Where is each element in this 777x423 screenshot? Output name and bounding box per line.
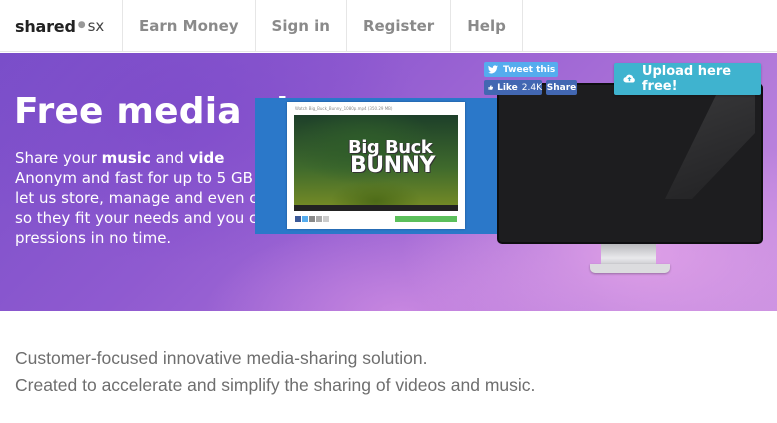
- hero-text-line-5: pressions in no time.: [15, 229, 172, 247]
- facebook-like-button[interactable]: Like 2.4K: [484, 80, 542, 95]
- logo-dot: ●: [77, 20, 86, 30]
- mini-link-icon: [323, 216, 329, 222]
- mini-twitter-icon: [302, 216, 308, 222]
- nav-sign-in[interactable]: Sign in: [254, 0, 346, 52]
- site-logo[interactable]: shared ● sx: [0, 0, 122, 52]
- hero-banner: Free media sh Share your music and vide …: [0, 53, 777, 311]
- mini-facebook-icon: [295, 216, 301, 222]
- monitor-stand: [601, 244, 656, 264]
- logo-primary: shared: [15, 16, 76, 36]
- tagline-line-1: Customer-focused innovative media-sharin…: [15, 348, 428, 368]
- monitor-stand-base: [590, 264, 670, 273]
- mini-share-icon: [309, 216, 315, 222]
- nav-register[interactable]: Register: [345, 0, 450, 52]
- preview-video-frame[interactable]: Big Buck BUNNY: [294, 115, 458, 211]
- preview-footer: [295, 216, 457, 223]
- hero-description: Share your music and vide Anonym and fas…: [15, 148, 265, 248]
- player-preview[interactable]: Watch Big_Buck_Bunny_1080p.mp4 (350.29 M…: [287, 102, 465, 229]
- upload-button[interactable]: Upload here free!: [614, 63, 761, 95]
- hero-text-line-1: Share your music and vide: [15, 149, 225, 167]
- cloud-upload-icon: [623, 74, 635, 83]
- monitor-glare: [665, 89, 755, 199]
- hero-text-line-3: let us store, manage and even c: [15, 189, 258, 207]
- main-nav: Earn Money Sign in Register Help: [122, 0, 523, 52]
- logo-secondary: sx: [87, 17, 105, 35]
- nav-help[interactable]: Help: [450, 0, 523, 52]
- tagline-line-2: Created to accelerate and simplify the s…: [15, 375, 536, 395]
- twitter-bird-icon: [488, 65, 498, 74]
- top-navbar: shared ● sx Earn Money Sign in Register …: [0, 0, 777, 52]
- video-controls-bar[interactable]: [294, 205, 458, 211]
- tweet-label: Tweet this: [503, 64, 556, 75]
- hero-text-line-2: Anonym and fast for up to 5 GB: [15, 169, 253, 187]
- like-label: Like: [497, 82, 518, 93]
- mini-share-icons: [295, 216, 329, 222]
- like-count: 2.4K: [521, 82, 542, 93]
- upload-label: Upload here free!: [641, 64, 732, 94]
- monitor-screen: [497, 83, 763, 244]
- video-title-line-2: BUNNY: [350, 153, 435, 178]
- thumbs-up-icon: [488, 85, 494, 90]
- mini-download-button: [395, 216, 457, 222]
- tweet-button[interactable]: Tweet this: [484, 62, 558, 77]
- tagline: Customer-focused innovative media-sharin…: [15, 345, 535, 399]
- hero-text-line-4: so they fit your needs and you car: [15, 209, 265, 227]
- mini-embed-icon: [316, 216, 322, 222]
- preview-caption: Watch Big_Buck_Bunny_1080p.mp4 (350.29 M…: [295, 106, 393, 111]
- facebook-share-button[interactable]: Share: [546, 80, 577, 95]
- nav-earn-money[interactable]: Earn Money: [122, 0, 255, 52]
